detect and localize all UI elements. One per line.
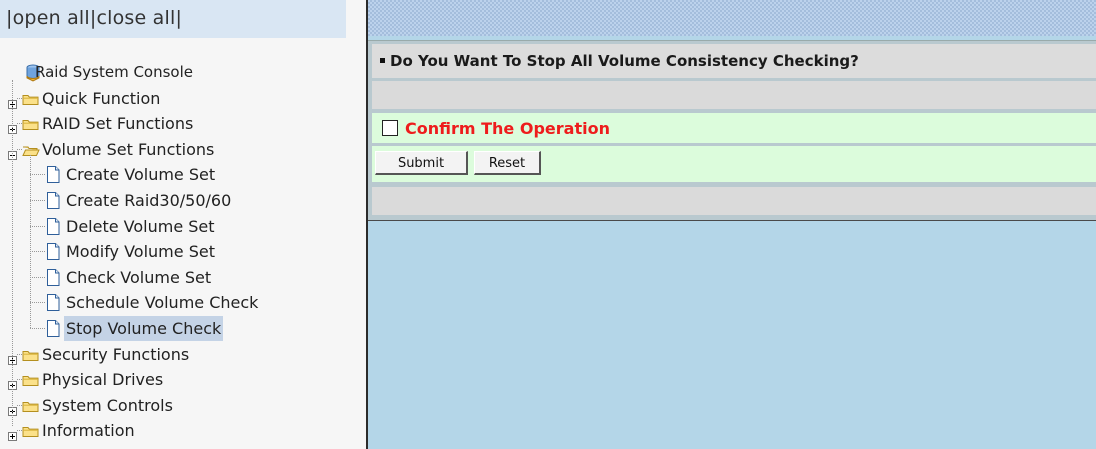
tree-connector — [30, 225, 45, 227]
tree-item-schedule-volume-check[interactable]: Schedule Volume Check — [64, 290, 260, 315]
tree-group-volume-set-functions-label: Volume Set Functions — [42, 139, 215, 159]
tree-group-security-functions-label: Security Functions — [42, 344, 190, 364]
content-frame: Do You Want To Stop All Volume Consisten… — [368, 0, 1096, 449]
page-icon — [46, 268, 60, 290]
tree-item-stop-volume-check-label: Stop Volume Check — [64, 316, 224, 341]
folder-icon — [22, 372, 40, 391]
top-pattern-band — [368, 0, 1096, 36]
folder-icon — [22, 91, 40, 110]
tree-item-create-volume-set-label: Create Volume Set — [66, 165, 216, 185]
tree-connector — [12, 79, 13, 427]
button-row: Submit Reset — [372, 146, 1096, 182]
open-close-bar: |open all|close all| — [0, 0, 346, 38]
spacer-row — [372, 187, 1096, 215]
navigation-frame: |open all|close all| Raid System Console… — [0, 0, 366, 449]
tree-root[interactable]: Raid System Console — [33, 60, 195, 85]
separator: | — [175, 7, 183, 29]
open-all-link[interactable]: open all — [13, 7, 90, 29]
tree-group-system-controls[interactable]: System Controls — [40, 393, 175, 418]
folder-icon — [22, 398, 40, 417]
tree-item-stop-volume-check[interactable]: Stop Volume Check — [64, 316, 224, 341]
tree-group-information[interactable]: Information — [40, 418, 137, 443]
tree-group-physical-drives-label: Physical Drives — [42, 370, 164, 390]
tree-item-create-volume-set[interactable]: Create Volume Set — [64, 162, 217, 187]
tree-item-check-volume-set-label: Check Volume Set — [66, 267, 212, 287]
submit-button[interactable]: Submit — [375, 151, 468, 175]
form-title-row: Do You Want To Stop All Volume Consisten… — [380, 52, 859, 70]
tree-connector — [30, 276, 45, 278]
page-icon — [46, 217, 60, 239]
page-icon — [46, 320, 60, 341]
open-folder-icon — [22, 142, 40, 161]
tree-group-physical-drives[interactable]: Physical Drives — [40, 367, 165, 392]
tree-group-raid-set-functions[interactable]: RAID Set Functions — [40, 111, 195, 136]
tree-connector — [30, 200, 45, 201]
tree-connector — [30, 251, 45, 253]
form-header: Do You Want To Stop All Volume Consisten… — [372, 44, 1096, 78]
page-icon — [46, 166, 60, 187]
tree-item-modify-volume-set[interactable]: Modify Volume Set — [64, 239, 217, 264]
tree-connector — [30, 328, 45, 329]
stop-volume-check-form: Do You Want To Stop All Volume Consisten… — [368, 40, 1096, 221]
tree-group-raid-set-functions-label: RAID Set Functions — [42, 114, 194, 134]
tree-group-system-controls-label: System Controls — [42, 395, 173, 415]
tree-group-security-functions[interactable]: Security Functions — [40, 342, 191, 367]
open-close-text: |open all|close all| — [6, 7, 182, 29]
confirm-checkbox[interactable] — [382, 120, 398, 136]
separator: | — [6, 7, 13, 29]
tree-item-schedule-volume-check-label: Schedule Volume Check — [66, 293, 259, 313]
page-icon — [46, 294, 60, 315]
tree-item-delete-volume-set[interactable]: Delete Volume Set — [64, 214, 217, 239]
tree-group-quick-function-label: Quick Function — [42, 88, 161, 108]
folder-icon — [22, 116, 40, 135]
tree-item-create-raid30-50-60[interactable]: Create Raid30/50/60 — [64, 188, 233, 213]
page-icon — [46, 243, 60, 264]
panel-bottom-border — [368, 220, 1096, 221]
tree-group-volume-set-functions[interactable]: Volume Set Functions — [40, 137, 216, 162]
confirm-label[interactable]: Confirm The Operation — [405, 119, 610, 138]
tree-item-check-volume-set[interactable]: Check Volume Set — [64, 265, 213, 290]
page-icon — [46, 192, 60, 213]
folder-icon — [22, 347, 40, 366]
confirm-row: Confirm The Operation — [372, 113, 1096, 143]
close-all-link[interactable]: close all — [96, 7, 175, 29]
spacer-row — [372, 81, 1096, 109]
bullet-icon — [380, 58, 385, 63]
tree-connector — [30, 154, 31, 328]
tree-group-quick-function[interactable]: Quick Function — [40, 86, 162, 111]
tree-item-create-raid30-50-60-label: Create Raid30/50/60 — [66, 191, 232, 210]
reset-button[interactable]: Reset — [474, 151, 541, 175]
form-title: Do You Want To Stop All Volume Consisten… — [390, 52, 859, 70]
expand-icon[interactable] — [8, 426, 17, 445]
tree-connector — [30, 174, 45, 176]
tree-item-modify-volume-set-label: Modify Volume Set — [66, 242, 215, 262]
tree-item-delete-volume-set-label: Delete Volume Set — [66, 216, 215, 236]
tree-group-information-label: Information — [42, 421, 135, 441]
tree-connector — [30, 302, 45, 304]
tree-root-label: Raid System Console — [35, 63, 193, 81]
folder-icon — [22, 423, 40, 442]
